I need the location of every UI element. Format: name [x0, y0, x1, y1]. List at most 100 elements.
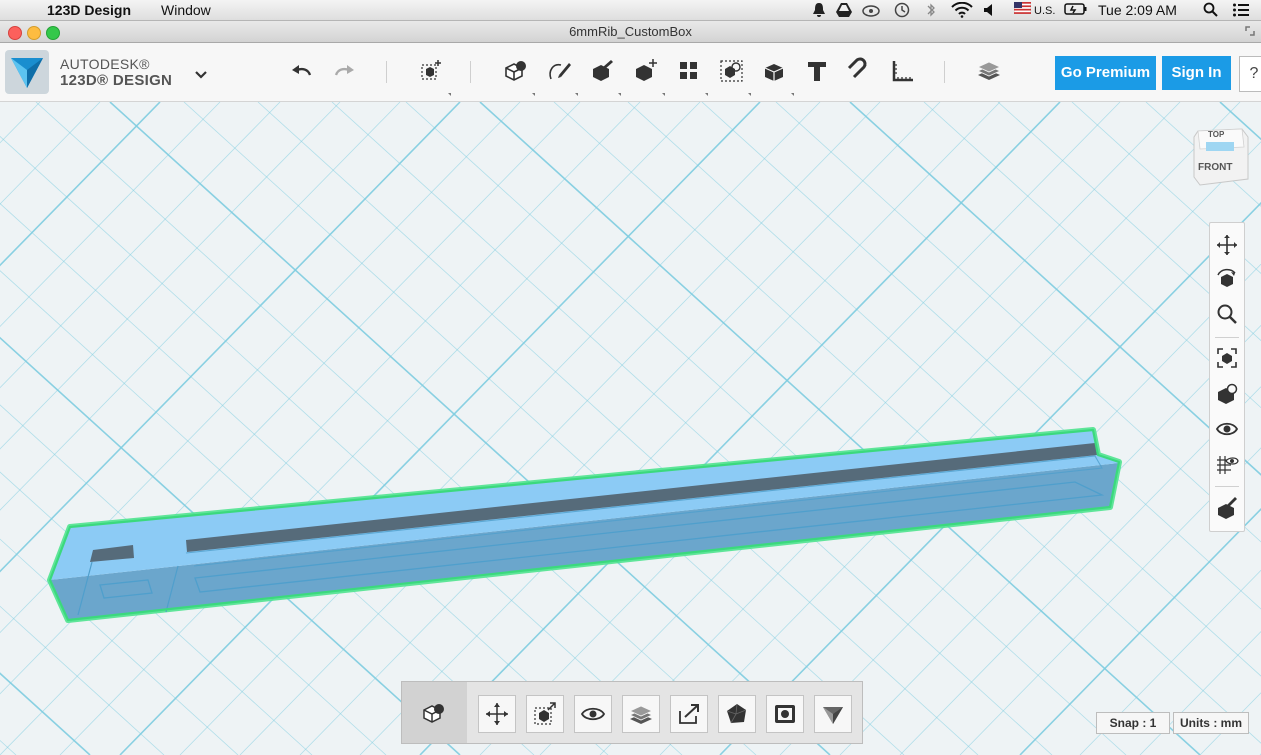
- modify-button[interactable]: [632, 57, 660, 85]
- grid-line: [405, 102, 1127, 755]
- grid-line: [839, 324, 1261, 755]
- fullscreen-icon[interactable]: [1244, 25, 1256, 37]
- go-premium-button[interactable]: Go Premium: [1055, 56, 1156, 90]
- combine-button[interactable]: [761, 57, 789, 85]
- grid-line: [0, 102, 581, 695]
- fit-view-icon[interactable]: [1215, 346, 1239, 370]
- grid-line: [599, 102, 1241, 755]
- google-drive-icon[interactable]: [836, 2, 852, 18]
- grid-and-model-canvas[interactable]: [0, 102, 1261, 755]
- construct-icon: [593, 60, 613, 81]
- units-indicator[interactable]: Units : mm: [1173, 712, 1249, 734]
- brand-autodesk-label: AUTODESK®: [60, 56, 150, 72]
- smooth-solid-button[interactable]: [718, 695, 756, 733]
- sketch-icon: [549, 63, 571, 80]
- zoom-icon[interactable]: [1215, 302, 1239, 326]
- toolbar-separator: [944, 61, 945, 83]
- text-button[interactable]: [803, 57, 831, 85]
- volume-icon[interactable]: [983, 2, 997, 18]
- document-title: 6mmRib_CustomBox: [569, 24, 692, 39]
- view-cube-top-label[interactable]: TOP: [1208, 130, 1225, 139]
- grid-line: [257, 102, 979, 755]
- time-machine-icon[interactable]: [894, 2, 910, 18]
- scale-icon: [534, 702, 556, 725]
- grid-line: [0, 102, 341, 450]
- 123d-make-button[interactable]: [814, 695, 852, 733]
- main-menu-chevron-icon[interactable]: [192, 67, 210, 81]
- 3d-viewport[interactable]: [0, 102, 1261, 755]
- pan-icon[interactable]: [1215, 233, 1239, 257]
- construct-button[interactable]: [588, 57, 616, 85]
- notification-center-icon[interactable]: [1232, 2, 1250, 18]
- grid-visibility-icon[interactable]: [1215, 452, 1239, 476]
- ruler-measure-icon: [892, 61, 913, 82]
- scale-button[interactable]: [526, 695, 564, 733]
- move-button[interactable]: [478, 695, 516, 733]
- hide-show-button[interactable]: [574, 695, 612, 733]
- export-share-icon: [679, 704, 699, 724]
- nav-separator: [1215, 486, 1239, 487]
- grid-line: [359, 102, 1001, 755]
- orbit-icon[interactable]: [1215, 267, 1239, 291]
- notification-bell-icon[interactable]: [812, 2, 826, 18]
- us-flag-icon[interactable]: [1014, 2, 1031, 14]
- grid-line: [0, 102, 221, 328]
- cloud-sync-icon[interactable]: [862, 2, 880, 18]
- grid-line: [59, 102, 701, 755]
- magnet-snap-icon: [847, 57, 867, 79]
- pattern-button[interactable]: [675, 57, 703, 85]
- eye-icon: [580, 707, 606, 721]
- grid-line: [0, 404, 387, 755]
- snap-button[interactable]: [846, 57, 874, 85]
- selected-model[interactable]: [47, 427, 1122, 623]
- export-button[interactable]: [670, 695, 708, 733]
- dropdown-indicator: [448, 93, 451, 96]
- grouping-icon: [720, 60, 743, 82]
- menu-clock[interactable]: Tue 2:09 AM: [1098, 1, 1177, 19]
- material-render-icon[interactable]: [1215, 495, 1239, 519]
- selected-object-icon[interactable]: [421, 699, 447, 725]
- toolbar-separator: [470, 61, 471, 83]
- grouping-button[interactable]: [718, 57, 746, 85]
- spotlight-search-icon[interactable]: [1203, 2, 1219, 18]
- grid-line: [419, 102, 1061, 755]
- wifi-icon[interactable]: [951, 2, 973, 18]
- primitives-button[interactable]: [502, 57, 530, 85]
- material-button-bottom[interactable]: [622, 695, 660, 733]
- undo-icon: [292, 65, 312, 76]
- measure-button[interactable]: [889, 57, 917, 85]
- dropdown-indicator: [618, 93, 621, 96]
- toolbar-separator: [386, 61, 387, 83]
- snapshot-button[interactable]: [766, 695, 804, 733]
- layers-material-icon: [977, 61, 1001, 80]
- sign-in-button[interactable]: Sign In: [1162, 56, 1231, 90]
- camera-frame-icon: [775, 705, 795, 723]
- bluetooth-icon[interactable]: [926, 2, 936, 18]
- menu-app-name[interactable]: 123D Design: [47, 1, 131, 19]
- view-cube-front-label[interactable]: FRONT: [1198, 162, 1232, 173]
- context-toolbar: [401, 681, 863, 744]
- material-button[interactable]: [975, 57, 1003, 85]
- grid-line: [239, 102, 881, 755]
- redo-button[interactable]: [330, 57, 358, 85]
- transform-tool-button[interactable]: [417, 57, 445, 85]
- battery-icon[interactable]: [1064, 2, 1088, 16]
- perspective-icon[interactable]: [1215, 382, 1239, 406]
- view-cube[interactable]: TOP FRONT: [1190, 125, 1250, 187]
- sketch-button[interactable]: [545, 57, 573, 85]
- undo-button[interactable]: [288, 57, 316, 85]
- grid-line: [0, 102, 101, 205]
- autodesk-123d-logo-icon[interactable]: [5, 50, 49, 94]
- visibility-eye-icon[interactable]: [1215, 417, 1239, 441]
- menu-window[interactable]: Window: [161, 1, 211, 19]
- app-toolbar: AUTODESK® 123D® DESIGN Go Premium Sign I…: [0, 43, 1261, 102]
- grid-line: [553, 102, 1261, 744]
- snap-indicator[interactable]: Snap : 1: [1096, 712, 1170, 734]
- dropdown-indicator: [705, 93, 708, 96]
- pattern-icon: [680, 62, 697, 79]
- text-icon: [808, 62, 826, 81]
- help-button[interactable]: ?: [1239, 56, 1261, 92]
- keyboard-layout[interactable]: U.S.: [1034, 2, 1055, 20]
- dropdown-indicator: [662, 93, 665, 96]
- dropdown-indicator: [791, 93, 794, 96]
